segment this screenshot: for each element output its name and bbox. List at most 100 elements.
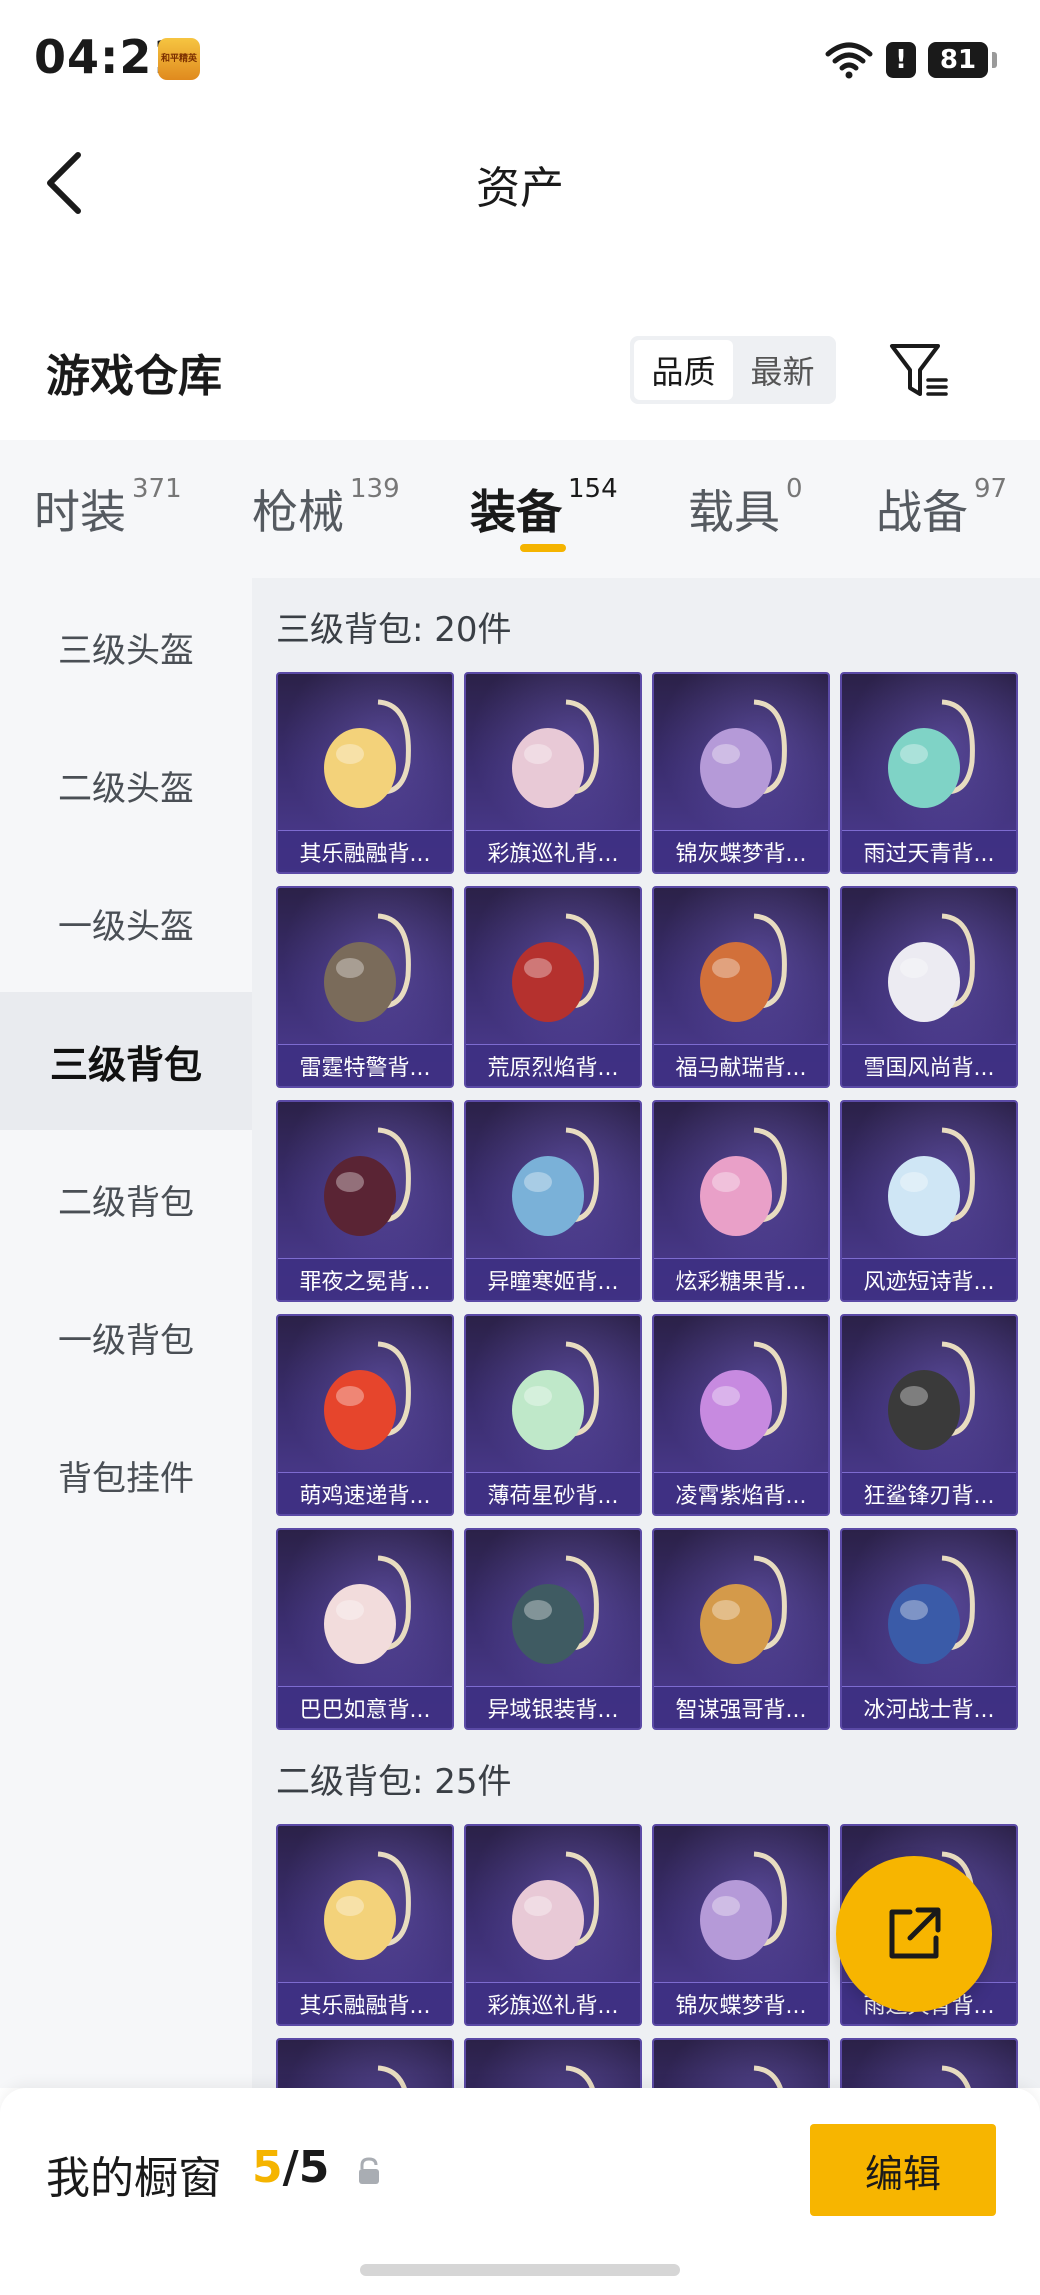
backpack-image <box>565 2065 595 2088</box>
item-card[interactable] <box>652 2038 830 2088</box>
sidebar-item-backpack-lv3[interactable]: 三级背包 <box>0 992 252 1130</box>
item-card[interactable]: 荒原烈焰背... <box>464 886 642 1088</box>
item-name: 风迹短诗背... <box>842 1258 1016 1300</box>
item-name: 萌鸡速递背... <box>278 1472 452 1514</box>
item-card[interactable]: 智谋强哥背... <box>652 1528 830 1730</box>
category-tabs: 时装 371 枪械 139 装备 154 载具 0 战备 97 <box>0 440 1040 578</box>
sidebar-item-helmet-lv3[interactable]: 三级头盔 <box>0 578 252 716</box>
sidebar-item-backpack-lv1[interactable]: 一级背包 <box>0 1268 252 1406</box>
tab-equipment[interactable]: 装备 154 <box>470 474 618 542</box>
sidebar-item-backpack-lv2[interactable]: 二级背包 <box>0 1130 252 1268</box>
sort-by-newest[interactable]: 最新 <box>733 340 832 400</box>
item-card[interactable]: 锦灰蝶梦背... <box>652 1824 830 2026</box>
backpack-image <box>324 699 411 808</box>
item-name: 其乐融融背... <box>278 830 452 872</box>
item-card[interactable]: 冰河战士背... <box>840 1528 1018 1730</box>
item-name: 彩旗巡礼背... <box>466 830 640 872</box>
tab-supplies[interactable]: 战备 97 <box>876 474 1008 542</box>
item-card[interactable]: 巴巴如意背... <box>276 1528 454 1730</box>
backpack-image <box>700 1127 787 1236</box>
lock-icon <box>359 2157 379 2184</box>
item-name: 异瞳寒姬背... <box>466 1258 640 1300</box>
item-card[interactable]: 狂鲨锋刃背... <box>840 1314 1018 1516</box>
share-button[interactable] <box>836 1856 992 2012</box>
item-card[interactable]: 异瞳寒姬背... <box>464 1100 642 1302</box>
item-card[interactable]: 异域银装背... <box>464 1528 642 1730</box>
app-notification-icon: 和平精英 <box>158 38 200 80</box>
item-name: 狂鲨锋刃背... <box>842 1472 1016 1514</box>
item-card[interactable]: 其乐融融背... <box>276 672 454 874</box>
showcase-count-total: 5 <box>298 2142 330 2193</box>
tab-firearms[interactable]: 枪械 139 <box>252 474 400 542</box>
item-card[interactable]: 凌霄紫焰背... <box>652 1314 830 1516</box>
backpack-image <box>512 699 599 808</box>
item-name: 福马献瑞背... <box>654 1044 828 1086</box>
item-card[interactable]: 雷霆特警背... <box>276 886 454 1088</box>
warehouse-title: 游戏仓库 <box>46 351 222 402</box>
item-name: 炫彩糖果背... <box>654 1258 828 1300</box>
active-tab-indicator <box>520 544 566 552</box>
section-title: 三级背包: 20件 <box>276 610 512 650</box>
sidebar-item-backpack-charms[interactable]: 背包挂件 <box>0 1406 252 1544</box>
item-name: 彩旗巡礼背... <box>466 1982 640 2024</box>
wifi-icon <box>825 42 873 79</box>
item-name: 凌霄紫焰背... <box>654 1472 828 1514</box>
tab-label: 枪械 <box>252 485 344 539</box>
backpack-image <box>512 1555 599 1664</box>
edit-button[interactable]: 编辑 <box>810 2124 996 2216</box>
item-name: 雷霆特警背... <box>278 1044 452 1086</box>
backpack-image <box>324 913 411 1022</box>
item-name: 异域银装背... <box>466 1686 640 1728</box>
backpack-image <box>888 1127 975 1236</box>
status-bar: 04:21 和平精英 ! 81 <box>0 0 1040 120</box>
sidebar-item-helmet-lv2[interactable]: 二级头盔 <box>0 716 252 854</box>
backpack-image <box>324 1555 411 1664</box>
backpack-image <box>753 2065 783 2088</box>
tab-vehicles[interactable]: 载具 0 <box>688 474 803 542</box>
backpack-image <box>700 913 787 1022</box>
tab-count: 371 <box>132 474 182 504</box>
item-card[interactable]: 萌鸡速递背... <box>276 1314 454 1516</box>
backpack-image <box>941 2065 971 2088</box>
backpack-image <box>377 2065 407 2088</box>
item-card[interactable]: 彩旗巡礼背... <box>464 1824 642 2026</box>
item-card[interactable]: 风迹短诗背... <box>840 1100 1018 1302</box>
item-card[interactable]: 罪夜之冕背... <box>276 1100 454 1302</box>
item-card[interactable]: 薄荷星砂背... <box>464 1314 642 1516</box>
backpack-image <box>512 913 599 1022</box>
home-indicator <box>360 2264 680 2276</box>
item-card[interactable]: 彩旗巡礼背... <box>464 672 642 874</box>
backpack-image <box>700 1341 787 1450</box>
showcase-count-separator: / <box>282 2142 299 2193</box>
backpack-image <box>700 1851 787 1960</box>
showcase-bar: 我的橱窗 5/5 编辑 <box>0 2088 1040 2295</box>
item-card[interactable]: 锦灰蝶梦背... <box>652 672 830 874</box>
item-card[interactable]: 其乐融融背... <box>276 1824 454 2026</box>
backpack-image <box>700 699 787 808</box>
backpack-image <box>888 699 975 808</box>
sidebar-item-helmet-lv1[interactable]: 一级头盔 <box>0 854 252 992</box>
backpack-image <box>512 1851 599 1960</box>
item-card[interactable]: 雪国风尚背... <box>840 886 1018 1088</box>
item-card[interactable] <box>840 2038 1018 2088</box>
item-card[interactable] <box>276 2038 454 2088</box>
item-name: 其乐融融背... <box>278 1982 452 2024</box>
tab-count: 97 <box>974 474 1008 504</box>
showcase-count: 5/5 <box>252 2142 329 2193</box>
item-name: 雨过天青背... <box>842 830 1016 872</box>
page-title: 资产 <box>476 163 564 214</box>
showcase-count-current: 5 <box>252 2142 283 2193</box>
alert-icon: ! <box>886 42 916 78</box>
item-card[interactable]: 炫彩糖果背... <box>652 1100 830 1302</box>
item-card[interactable]: 雨过天青背... <box>840 672 1018 874</box>
filter-icon[interactable] <box>888 340 950 402</box>
item-card[interactable] <box>464 2038 642 2088</box>
item-card[interactable]: 福马献瑞背... <box>652 886 830 1088</box>
backpack-image <box>512 1127 599 1236</box>
sort-by-quality[interactable]: 品质 <box>634 340 733 400</box>
battery-indicator: 81 <box>928 42 988 78</box>
tab-fashion[interactable]: 时装 371 <box>34 474 182 542</box>
item-name: 锦灰蝶梦背... <box>654 830 828 872</box>
section-title: 二级背包: 25件 <box>276 1762 512 1802</box>
item-name: 罪夜之冕背... <box>278 1258 452 1300</box>
